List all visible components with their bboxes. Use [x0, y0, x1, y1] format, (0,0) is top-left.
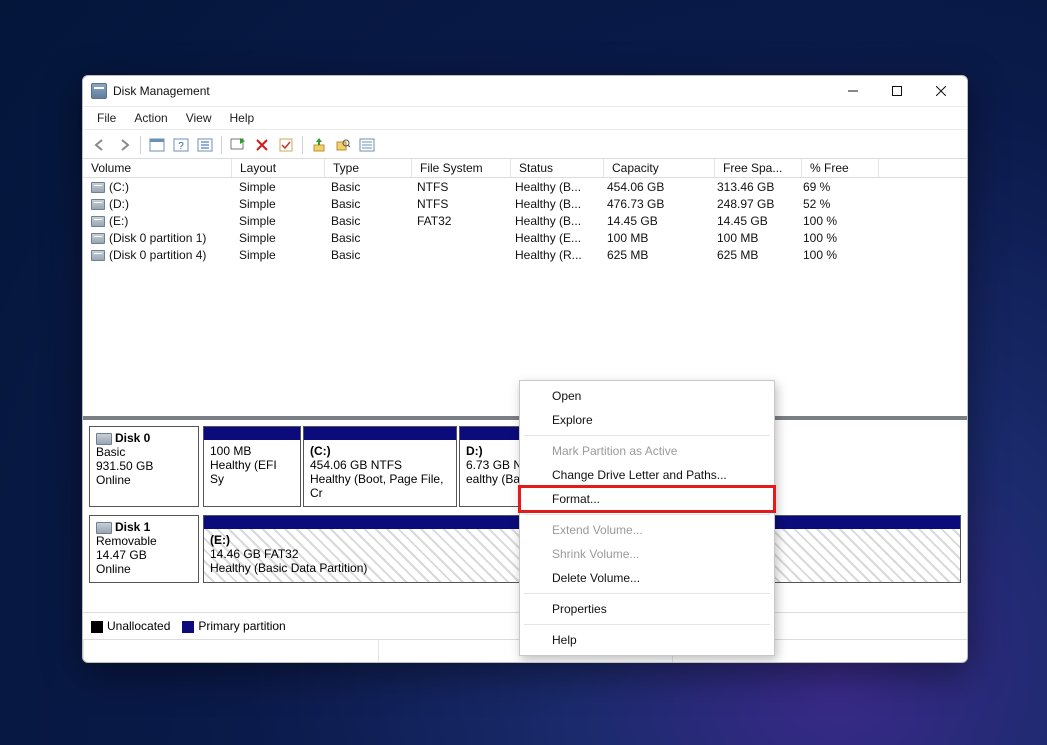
swatch-primary: [182, 621, 194, 633]
ctx-separator: [524, 514, 770, 515]
table-row[interactable]: (Disk 0 partition 4)SimpleBasicHealthy (…: [83, 246, 967, 263]
title-bar[interactable]: Disk Management: [83, 76, 967, 106]
partition[interactable]: (C:)454.06 GB NTFSHealthy (Boot, Page Fi…: [303, 426, 457, 507]
maximize-button[interactable]: [875, 76, 919, 106]
menu-file[interactable]: File: [89, 109, 124, 127]
swatch-unallocated: [91, 621, 103, 633]
table-row[interactable]: (C:)SimpleBasicNTFSHealthy (B...454.06 G…: [83, 178, 967, 195]
ctx-help[interactable]: Help: [520, 628, 774, 652]
toolbar-separator: [221, 136, 222, 154]
menu-action[interactable]: Action: [126, 109, 175, 127]
help-button[interactable]: ?: [170, 134, 192, 156]
drive-icon: [91, 199, 105, 210]
col-layout[interactable]: Layout: [232, 159, 325, 177]
minimize-button[interactable]: [831, 76, 875, 106]
menu-view[interactable]: View: [178, 109, 220, 127]
ctx-delete[interactable]: Delete Volume...: [520, 566, 774, 590]
toolbar: ?: [83, 130, 967, 159]
ctx-open[interactable]: Open: [520, 384, 774, 408]
menu-help[interactable]: Help: [222, 109, 263, 127]
desktop-background: Disk Management File Action View Help ?: [0, 0, 1047, 745]
ctx-properties[interactable]: Properties: [520, 597, 774, 621]
disk-info[interactable]: Disk 0Basic931.50 GBOnline: [89, 426, 199, 507]
col-capacity[interactable]: Capacity: [604, 159, 715, 177]
list-view-button[interactable]: [356, 134, 378, 156]
volume-list-header: Volume Layout Type File System Status Ca…: [83, 159, 967, 178]
close-button[interactable]: [919, 76, 963, 106]
ctx-explore[interactable]: Explore: [520, 408, 774, 432]
context-menu[interactable]: Open Explore Mark Partition as Active Ch…: [519, 380, 775, 656]
drive-icon: [91, 233, 105, 244]
back-button[interactable]: [89, 134, 111, 156]
ctx-change-letter[interactable]: Change Drive Letter and Paths...: [520, 463, 774, 487]
disk-info[interactable]: Disk 1Removable14.47 GBOnline: [89, 515, 199, 583]
toolbar-separator: [140, 136, 141, 154]
svg-text:?: ?: [178, 141, 184, 152]
disk-management-window: Disk Management File Action View Help ?: [82, 75, 968, 663]
ctx-shrink: Shrink Volume...: [520, 542, 774, 566]
col-volume[interactable]: Volume: [83, 159, 232, 177]
ctx-mark-active: Mark Partition as Active: [520, 439, 774, 463]
ctx-extend: Extend Volume...: [520, 518, 774, 542]
table-row[interactable]: (Disk 0 partition 1)SimpleBasicHealthy (…: [83, 229, 967, 246]
forward-button[interactable]: [113, 134, 135, 156]
drive-icon: [91, 182, 105, 193]
table-row[interactable]: (E:)SimpleBasicFAT32Healthy (B...14.45 G…: [83, 212, 967, 229]
drive-icon: [91, 250, 105, 261]
col-freespace[interactable]: Free Spa...: [715, 159, 802, 177]
partition[interactable]: 100 MBHealthy (EFI Sy: [203, 426, 301, 507]
app-icon: [91, 83, 107, 99]
col-filesystem[interactable]: File System: [412, 159, 511, 177]
ctx-separator: [524, 624, 770, 625]
ctx-separator: [524, 593, 770, 594]
ctx-format[interactable]: Format...: [520, 487, 774, 511]
upload-icon[interactable]: [308, 134, 330, 156]
drive-icon: [91, 216, 105, 227]
refresh-button[interactable]: [227, 134, 249, 156]
show-hide-tree-button[interactable]: [146, 134, 168, 156]
col-type[interactable]: Type: [325, 159, 412, 177]
legend-primary: Primary partition: [182, 619, 285, 633]
legend-unallocated: Unallocated: [91, 619, 170, 633]
disk-icon: [96, 433, 112, 445]
table-row[interactable]: (D:)SimpleBasicNTFSHealthy (B...476.73 G…: [83, 195, 967, 212]
ctx-separator: [524, 435, 770, 436]
disk-icon: [96, 522, 112, 534]
col-pctfree[interactable]: % Free: [802, 159, 879, 177]
toolbar-separator: [302, 136, 303, 154]
window-title: Disk Management: [113, 84, 831, 98]
check-icon[interactable]: [275, 134, 297, 156]
col-status[interactable]: Status: [511, 159, 604, 177]
delete-icon[interactable]: [251, 134, 273, 156]
menu-bar: File Action View Help: [83, 106, 967, 130]
settings-button[interactable]: [194, 134, 216, 156]
find-icon[interactable]: [332, 134, 354, 156]
